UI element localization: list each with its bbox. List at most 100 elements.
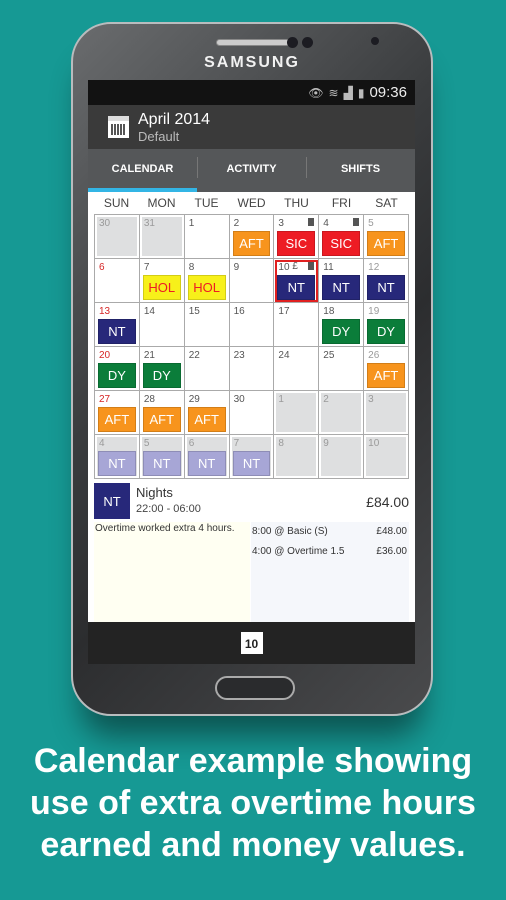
calendar-day-cell[interactable]: 11 NT [319, 259, 365, 303]
calendar-day-cell[interactable]: 4 NT [95, 435, 140, 479]
calendar-day-cell[interactable]: 30 [229, 391, 275, 435]
day-number: 4 [323, 218, 329, 229]
day-number: 7 [143, 262, 150, 273]
shift-badge: HOL [142, 275, 181, 300]
shift-badge: NT [98, 319, 136, 344]
weekday-label: SAT [375, 196, 398, 210]
day-number: 10 [368, 438, 380, 449]
calendar-day-cell[interactable]: 5 AFT [364, 215, 409, 259]
calendar-day-cell[interactable]: 19 DY [364, 303, 409, 347]
day-number: 8 [278, 438, 284, 449]
calendar-day-cell[interactable]: 7 NT [229, 435, 275, 479]
tab-calendar[interactable]: CALENDAR [88, 149, 197, 192]
shift-badge: NT [187, 451, 226, 476]
shift-badge: NT [367, 275, 405, 300]
brand-logo: SAMSUNG [204, 54, 300, 71]
caption-line: earned and money values. [40, 826, 466, 864]
page-title: April 2014 [138, 110, 211, 128]
day-number: 30 [233, 394, 245, 405]
calendar-day-cell[interactable]: 2 [319, 391, 365, 435]
calendar-day-cell[interactable]: 6 [95, 259, 140, 303]
shift-total: £84.00 [366, 494, 409, 510]
today-button[interactable]: 10 [240, 632, 263, 654]
calendar-icon[interactable] [108, 116, 129, 138]
day-number: 7 [233, 438, 240, 449]
calendar-day-cell[interactable]: 13 NT [95, 303, 140, 347]
calendar-day-cell[interactable]: 17 [274, 303, 320, 347]
calendar-day-cell[interactable]: 3 [364, 391, 409, 435]
sensor [302, 37, 313, 48]
calendar-day-cell[interactable]: 29 AFT [184, 391, 230, 435]
calendar-day-cell[interactable]: 6 NT [184, 435, 230, 479]
calendar-grid: 30 31 1 2 AFT 3 SIC 4 SIC 5 AFT 6 7 HOL 8 HOL 9 10 £ NT 11 NT… [94, 214, 409, 479]
calendar-day-cell[interactable]: 14 [139, 303, 185, 347]
shift-badge: DY [142, 363, 181, 388]
money-indicator: £ [292, 261, 298, 272]
calendar-day-cell[interactable]: 4 SIC [319, 215, 365, 259]
calendar-day-cell[interactable]: 15 [184, 303, 230, 347]
day-number: 9 [323, 438, 329, 449]
day-number: 5 [143, 438, 150, 449]
calendar-day-cell[interactable]: 10 £ NT [274, 259, 320, 303]
shift-badge: DY [322, 319, 361, 344]
weekday-label: TUE [194, 196, 219, 210]
calendar-day-cell[interactable]: 5 NT [139, 435, 185, 479]
calendar-day-cell[interactable]: 7 HOL [139, 259, 185, 303]
day-number: 10 [278, 262, 290, 273]
calendar-day-cell[interactable]: 16 [229, 303, 275, 347]
day-number: 1 [188, 218, 195, 229]
speaker-grille [216, 39, 290, 46]
calendar-day-cell[interactable]: 9 [319, 435, 365, 479]
calendar-day-cell[interactable]: 22 [184, 347, 230, 391]
day-number: 27 [99, 394, 111, 405]
weekday-label: THU [284, 196, 309, 210]
calendar-day-cell[interactable]: 20 DY [95, 347, 140, 391]
front-camera [371, 37, 379, 45]
shift-name: Nights [136, 485, 173, 500]
shift-badge: NT [232, 451, 271, 476]
calendar-day-cell[interactable]: 1 [274, 391, 320, 435]
calendar-day-cell[interactable]: 21 DY [139, 347, 185, 391]
eye-icon: 👁 [308, 85, 324, 100]
shift-badge: NT [322, 275, 361, 300]
day-number: 2 [323, 394, 329, 405]
shift-badge: AFT [232, 231, 271, 256]
shift-badge: AFT [142, 407, 181, 432]
calendar-day-cell[interactable]: 31 [139, 215, 185, 259]
calendar-day-cell[interactable]: 30 [95, 215, 140, 259]
shift-detail: NT Nights 22:00 - 06:00 £84.00 Overtime … [94, 480, 409, 622]
calendar-day-cell[interactable]: 27 AFT [95, 391, 140, 435]
tab-shifts[interactable]: SHIFTS [306, 149, 415, 192]
calendar-day-cell[interactable]: 8 HOL [184, 259, 230, 303]
calendar-day-cell[interactable]: 1 [184, 215, 230, 259]
calendar-day-cell[interactable]: 18 DY [319, 303, 365, 347]
calendar-day-cell[interactable]: 12 NT [364, 259, 409, 303]
calendar-day-cell[interactable]: 25 [319, 347, 365, 391]
calendar-day-cell[interactable]: 24 [274, 347, 320, 391]
calendar-day-cell[interactable]: 23 [229, 347, 275, 391]
day-number: 17 [278, 306, 290, 317]
month-selector[interactable]: April 2014 Default [138, 111, 210, 144]
shift-summary[interactable]: NT Nights 22:00 - 06:00 £84.00 [94, 480, 409, 522]
shift-badge: AFT [367, 363, 405, 388]
day-number: 6 [99, 262, 105, 273]
calendar-day-cell[interactable]: 10 [364, 435, 409, 479]
day-number: 11 [323, 262, 334, 273]
status-bar: 👁 ≋ ▟ ▮ 09:36 [88, 80, 415, 105]
day-number: 4 [99, 438, 105, 449]
note-icon [308, 262, 315, 270]
calendar-day-cell[interactable]: 2 AFT [229, 215, 275, 259]
tab-activity[interactable]: ACTIVITY [197, 149, 306, 192]
calendar-day-cell[interactable]: 28 AFT [139, 391, 185, 435]
calendar-day-cell[interactable]: 26 AFT [364, 347, 409, 391]
day-number: 18 [323, 306, 335, 317]
shift-note: Overtime worked extra 4 hours. [94, 522, 250, 622]
calendar-day-cell[interactable]: 9 [229, 259, 275, 303]
shift-badge: AFT [187, 407, 226, 432]
home-button[interactable] [215, 676, 295, 700]
calendar-day-cell[interactable]: 3 SIC [274, 215, 320, 259]
day-number: 2 [233, 218, 240, 229]
shift-badge: DY [367, 319, 405, 344]
day-number: 24 [278, 350, 290, 361]
calendar-day-cell[interactable]: 8 [274, 435, 320, 479]
